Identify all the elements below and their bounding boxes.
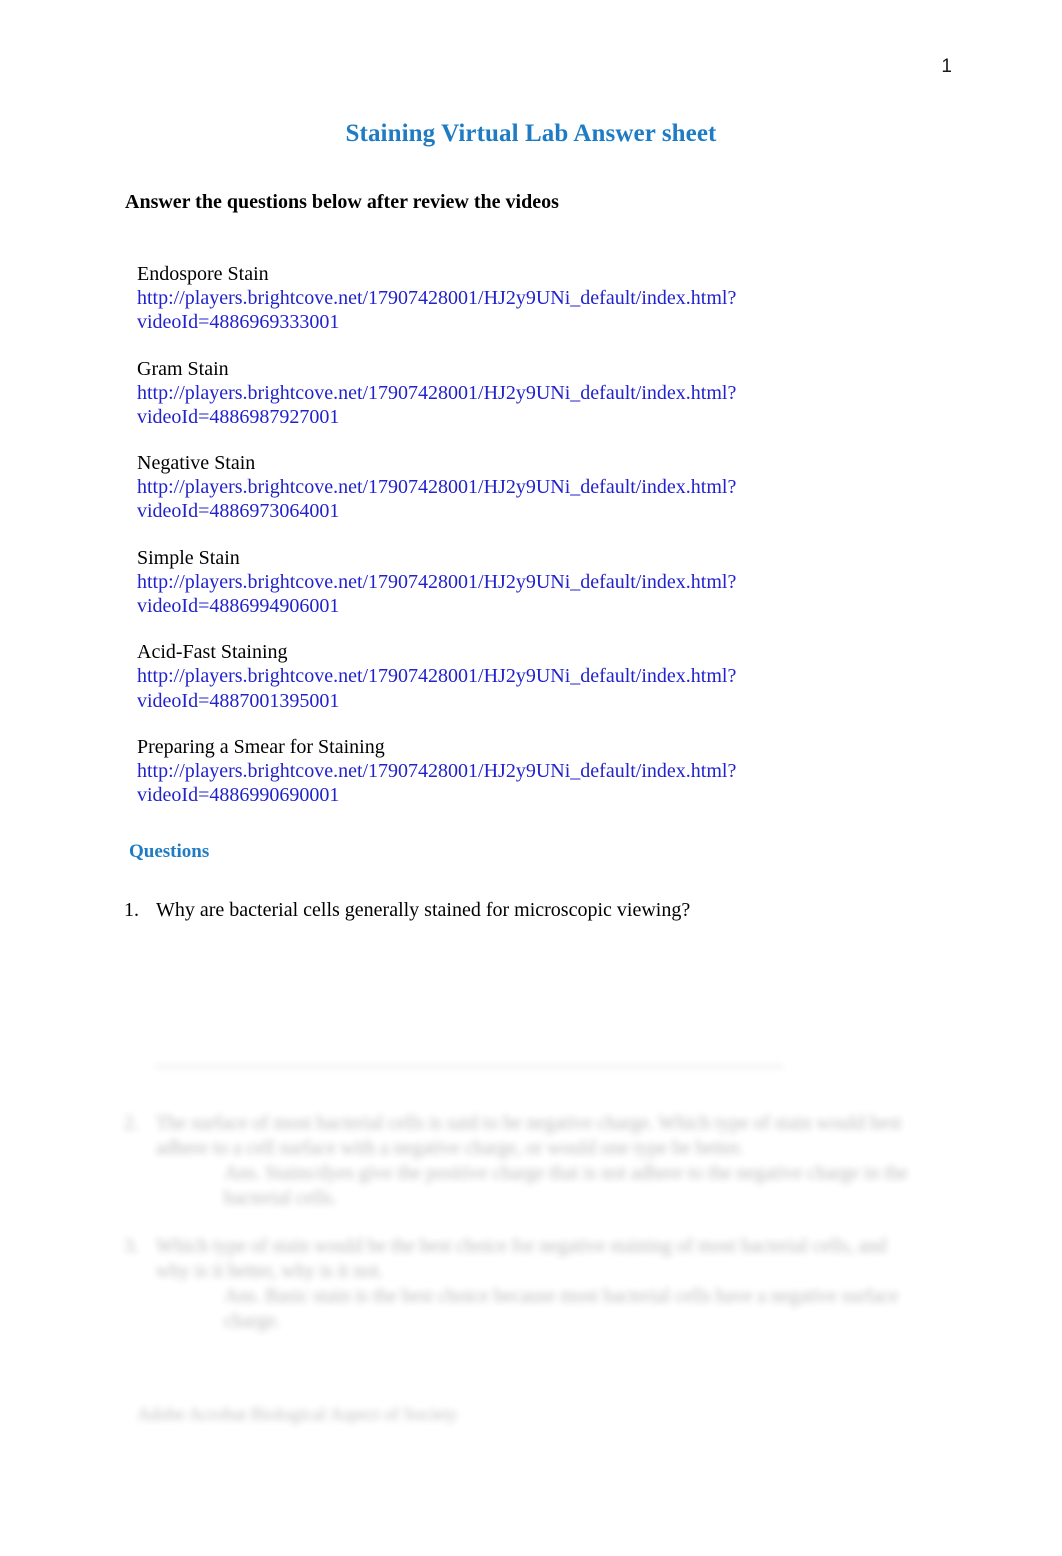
- blurred-preview-region: 2. The surface of most bacterial cells i…: [0, 1040, 1062, 1460]
- question-number: 2.: [124, 1113, 139, 1134]
- video-entry-gram-stain: Gram Stain http://players.brightcove.net…: [137, 357, 837, 430]
- video-url-line-2: videoId=4886969333001: [137, 311, 340, 334]
- answer-blank-rule: [155, 1066, 783, 1067]
- video-link[interactable]: http://players.brightcove.net/1790742800…: [137, 286, 767, 335]
- question-number: 3.: [124, 1236, 139, 1257]
- document-page: 1 Staining Virtual Lab Answer sheet Answ…: [0, 0, 1062, 1556]
- blurred-question-item-3: 3. Which type of stain would be the best…: [124, 1235, 924, 1334]
- video-url-line-1: http://players.brightcove.net/1790742800…: [137, 381, 737, 404]
- video-link[interactable]: http://players.brightcove.net/1790742800…: [137, 570, 767, 619]
- video-link[interactable]: http://players.brightcove.net/1790742800…: [137, 664, 767, 713]
- questions-heading: Questions: [129, 841, 210, 862]
- blurred-question-item-2: 2. The surface of most bacterial cells i…: [124, 1112, 924, 1211]
- question-body: The surface of most bacterial cells is s…: [156, 1112, 924, 1211]
- page-number: 1: [941, 56, 952, 77]
- video-url-line-2: videoId=4886987927001: [137, 405, 340, 428]
- video-label: Preparing a Smear for Staining: [137, 735, 385, 758]
- question-number: 1.: [124, 899, 139, 921]
- video-entry-preparing-a-smear: Preparing a Smear for Staining http://pl…: [137, 735, 837, 808]
- question-item-1: 1. Why are bacterial cells generally sta…: [124, 898, 904, 923]
- video-url-line-2: videoId=4887001395001: [137, 689, 340, 712]
- video-entry-negative-stain: Negative Stain http://players.brightcove…: [137, 451, 837, 524]
- blurred-footer-text: Adobe Acrobat Biological Aspect of Socie…: [137, 1404, 458, 1424]
- question-text: Why are bacterial cells generally staine…: [156, 899, 691, 921]
- video-label: Endospore Stain: [137, 263, 269, 285]
- video-url-line-2: videoId=4886973064001: [137, 500, 340, 523]
- video-url-line-1: http://players.brightcove.net/1790742800…: [137, 570, 737, 593]
- page-title: Staining Virtual Lab Answer sheet: [345, 120, 717, 147]
- video-url-line-1: http://players.brightcove.net/1790742800…: [137, 759, 737, 782]
- video-entry-acid-fast-staining: Acid-Fast Staining http://players.bright…: [137, 640, 837, 713]
- video-link[interactable]: http://players.brightcove.net/1790742800…: [137, 759, 767, 808]
- video-url-line-1: http://players.brightcove.net/1790742800…: [137, 665, 737, 688]
- video-label: Negative Stain: [137, 452, 256, 475]
- video-url-line-2: videoId=4886990690001: [137, 784, 340, 807]
- video-label: Acid-Fast Staining: [137, 641, 288, 664]
- video-entry-simple-stain: Simple Stain http://players.brightcove.n…: [137, 546, 837, 619]
- answer-text: Ans. Basic stain is the best choice beca…: [224, 1286, 899, 1332]
- video-link[interactable]: http://players.brightcove.net/1790742800…: [137, 475, 767, 524]
- instruction-line: Answer the questions below after review …: [125, 191, 559, 213]
- question-text: The surface of most bacterial cells is s…: [156, 1113, 902, 1159]
- video-link-list: Endospore Stain http://players.brightcov…: [137, 262, 837, 808]
- video-entry-endospore-stain: Endospore Stain http://players.brightcov…: [137, 262, 837, 335]
- question-text: Which type of stain would be the best ch…: [156, 1236, 887, 1282]
- answer-text: Ans. Stains/dyes give the positive charg…: [224, 1163, 908, 1209]
- video-url-line-1: http://players.brightcove.net/1790742800…: [137, 476, 737, 499]
- video-url-line-2: videoId=4886994906001: [137, 595, 340, 618]
- video-link[interactable]: http://players.brightcove.net/1790742800…: [137, 381, 767, 430]
- video-label: Simple Stain: [137, 546, 240, 569]
- question-body: Which type of stain would be the best ch…: [156, 1235, 924, 1334]
- video-label: Gram Stain: [137, 357, 229, 380]
- video-url-line-1: http://players.brightcove.net/1790742800…: [137, 287, 737, 309]
